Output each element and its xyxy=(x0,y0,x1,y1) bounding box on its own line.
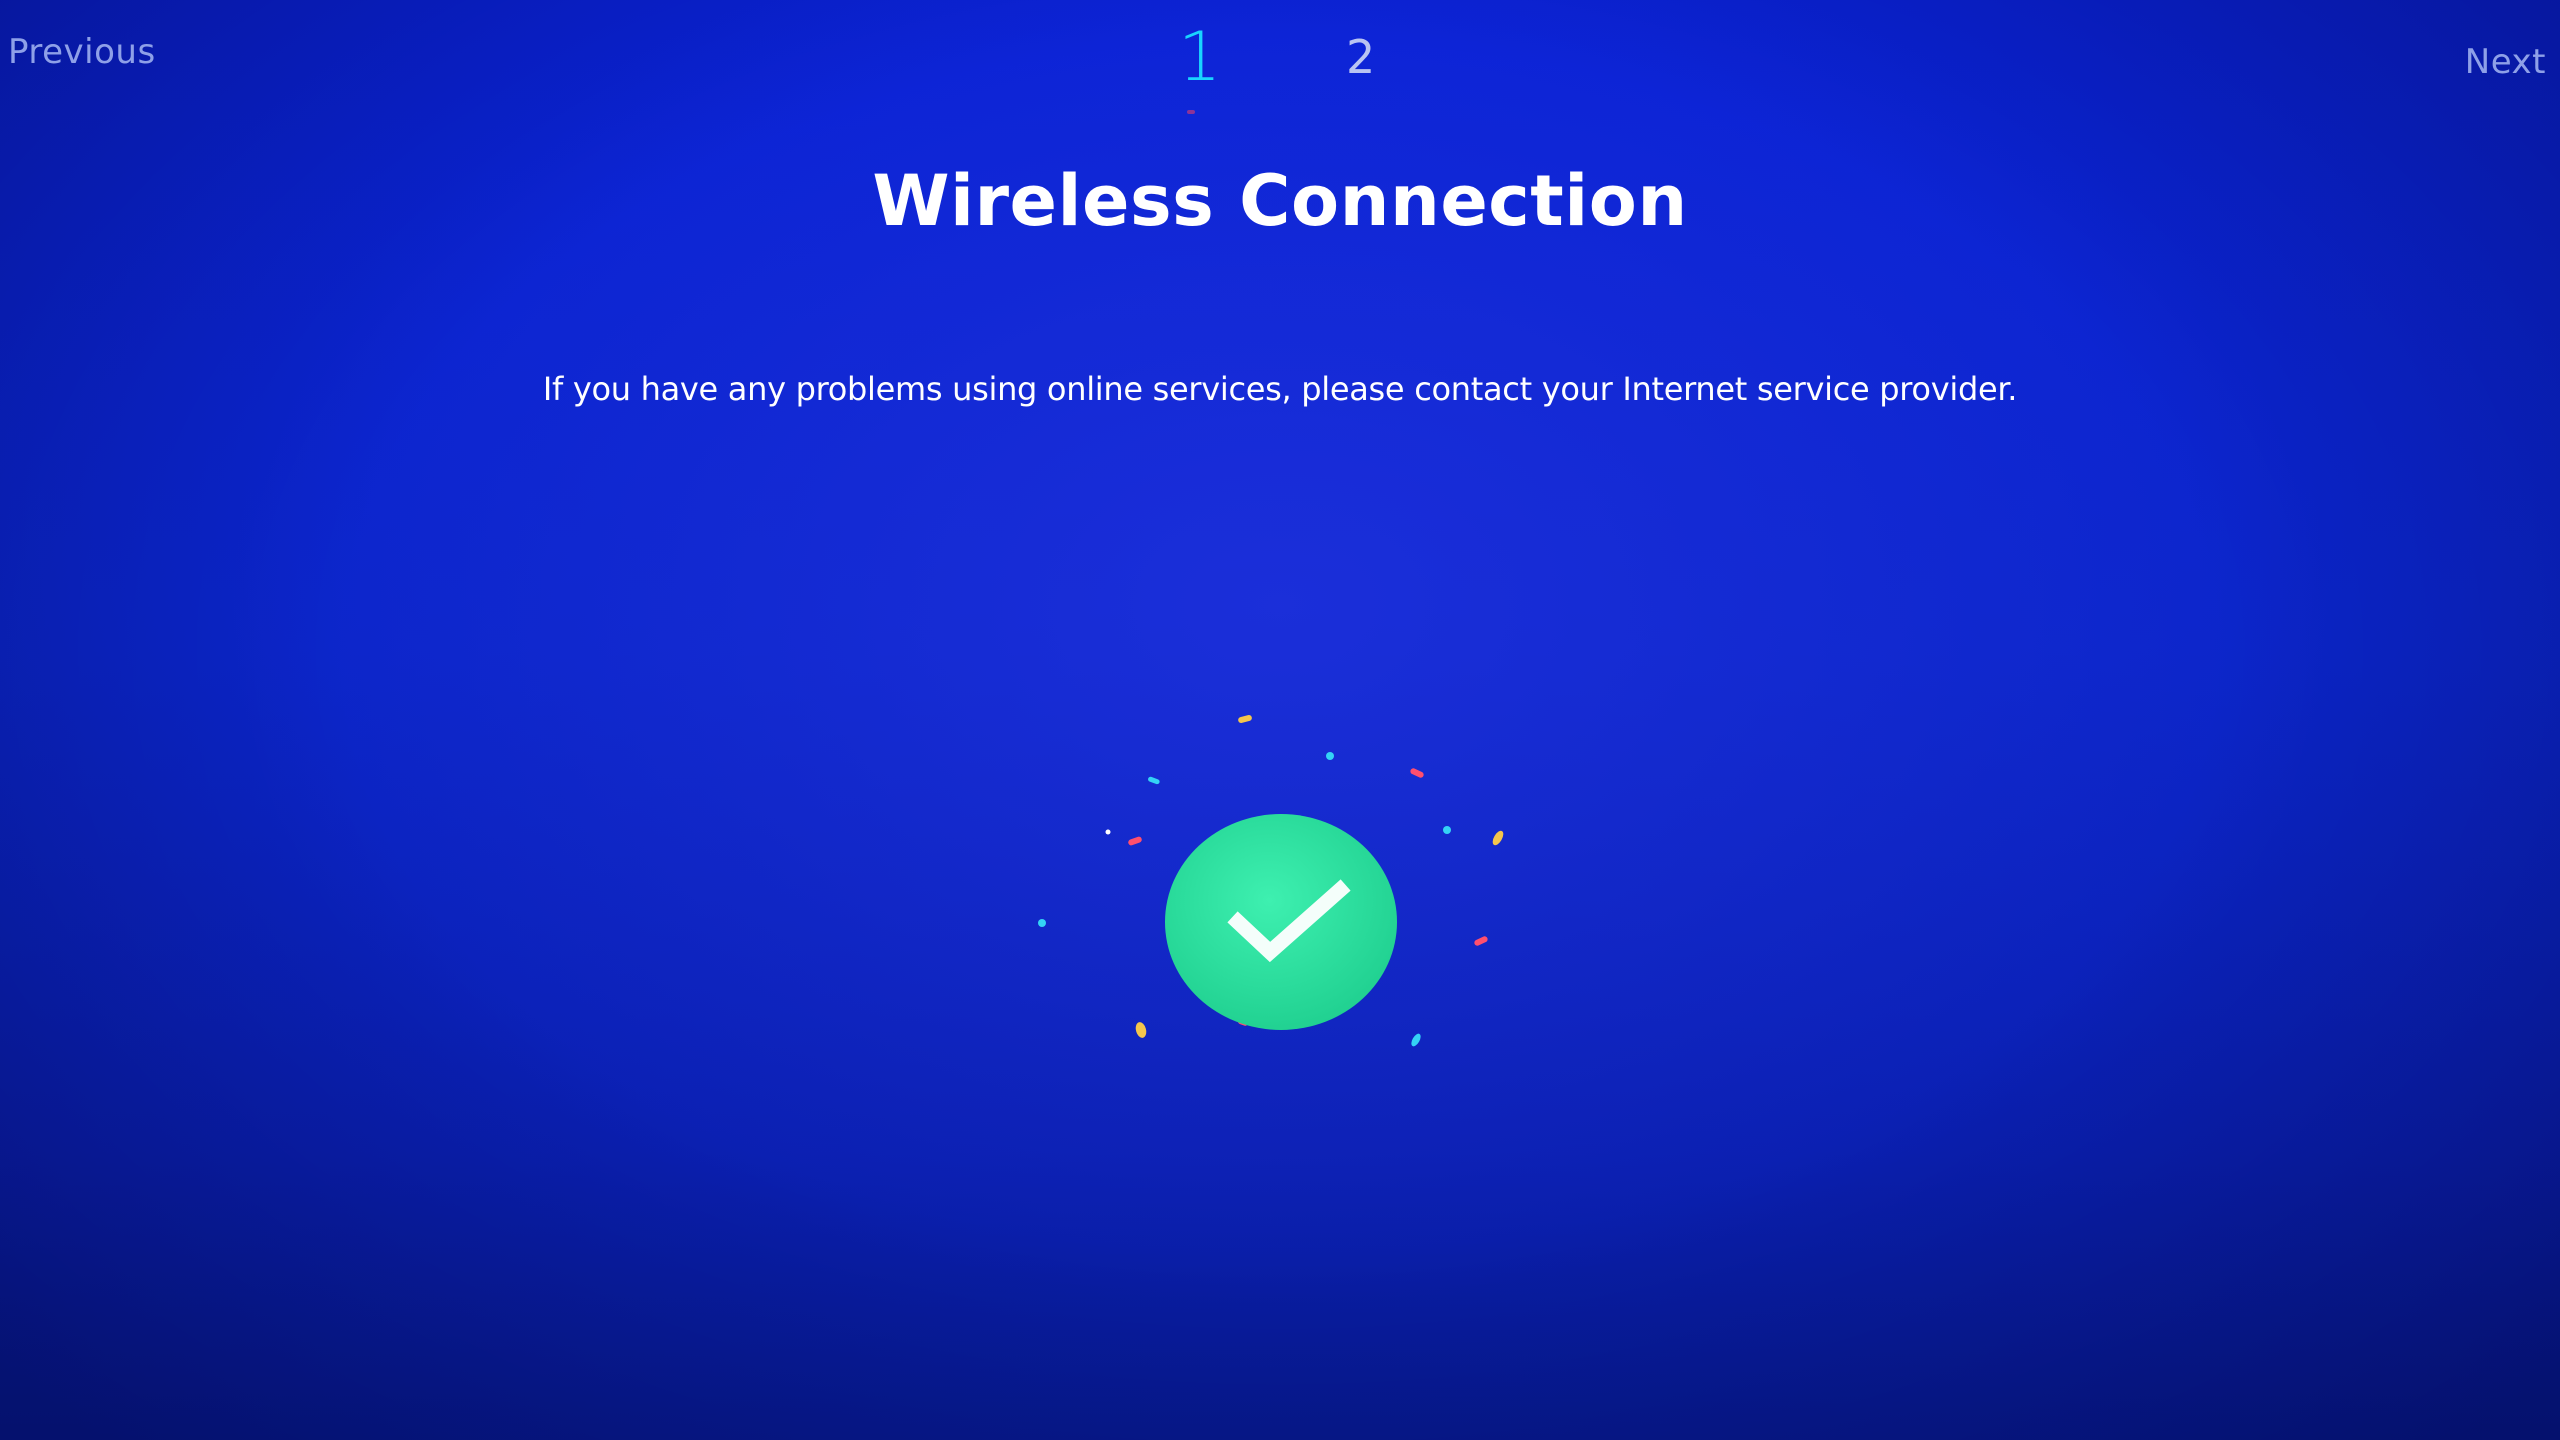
step-2: 2 xyxy=(1346,30,1376,84)
step-1-active-marker xyxy=(1187,110,1195,114)
confetti-piece xyxy=(1443,826,1451,834)
confetti-piece xyxy=(1148,776,1160,785)
confetti-piece xyxy=(1474,936,1488,946)
page-title: Wireless Connection xyxy=(872,160,1688,242)
confetti-piece xyxy=(1135,1022,1147,1038)
confetti-piece xyxy=(1128,836,1142,846)
confetti-piece xyxy=(1410,768,1424,778)
status-message: If you have any problems using online se… xyxy=(542,370,2018,408)
confetti-piece xyxy=(1326,752,1334,760)
step-indicator: 1 2 xyxy=(0,18,2560,118)
confetti-piece xyxy=(1492,830,1504,846)
confetti-piece xyxy=(1038,919,1046,927)
confetti-piece xyxy=(1411,1033,1421,1047)
success-circle xyxy=(1165,814,1397,1030)
confetti-piece xyxy=(1105,829,1111,835)
confetti-piece xyxy=(1238,714,1252,724)
step-1: 1 xyxy=(1178,18,1222,97)
success-graphic xyxy=(1038,714,1504,1047)
